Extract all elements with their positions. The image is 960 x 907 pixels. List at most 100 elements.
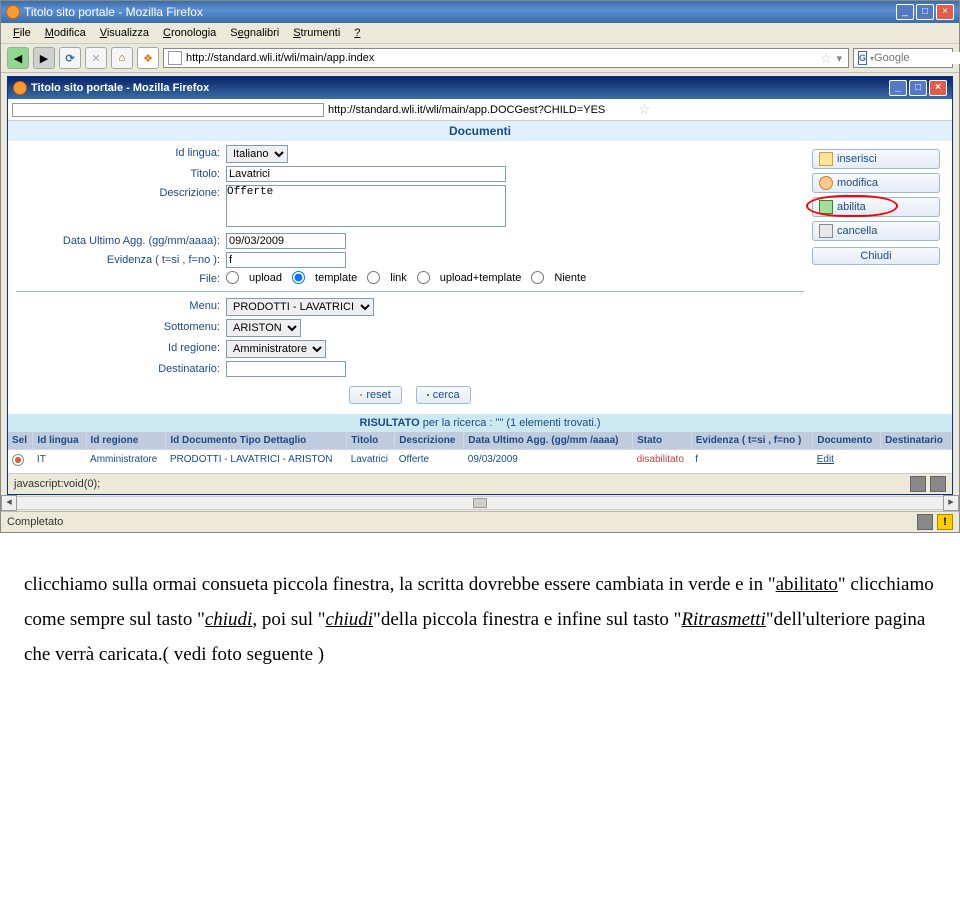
- form-left: Id lingua: Italiano Titolo: Descrizione:…: [8, 141, 812, 414]
- dropdown-icon[interactable]: ▾: [834, 52, 844, 65]
- radio-niente-label: Niente: [554, 272, 586, 284]
- radio-link[interactable]: [367, 271, 380, 284]
- warning-icon: !: [937, 514, 953, 530]
- input-destinatario[interactable]: [226, 361, 346, 377]
- cell-evidenza: f: [691, 450, 813, 474]
- table-row: IT Amministratore PRODOTTI - LAVATRICI -…: [8, 450, 952, 474]
- stop-button[interactable]: ✕: [85, 47, 107, 69]
- menu-file[interactable]: File: [7, 25, 37, 41]
- radio-upload-label: upload: [249, 272, 282, 284]
- delete-icon: [819, 224, 833, 238]
- select-sottomenu[interactable]: ARISTON: [226, 319, 301, 337]
- cell-documento-link[interactable]: Edit: [817, 454, 834, 465]
- inner-url-bar: http://standard.wli.it/wli/main/app.DOCG…: [8, 99, 952, 121]
- outer-status-text: Completato: [7, 516, 917, 528]
- cell-id-regione: Amministratore: [86, 450, 166, 474]
- cell-id-doc: PRODOTTI - LAVATRICI - ARISTON: [166, 450, 347, 474]
- radio-niente[interactable]: [531, 271, 544, 284]
- col-id-doc: Id Documento Tipo Dettaglio: [166, 432, 347, 450]
- radio-upload[interactable]: [226, 271, 239, 284]
- status-icon: [930, 476, 946, 492]
- cancella-button[interactable]: cancella: [812, 221, 940, 241]
- caption-paragraph: clicchiamo sulla ormai consueta piccola …: [0, 533, 960, 702]
- forward-button[interactable]: ▶: [33, 47, 55, 69]
- abilita-button[interactable]: abilita: [812, 197, 940, 217]
- menu-cronologia[interactable]: Cronologia: [157, 25, 222, 41]
- outer-url-input[interactable]: [186, 52, 818, 64]
- inner-window-title: Titolo sito portale - Mozilla Firefox: [31, 82, 889, 94]
- page-icon: [12, 103, 324, 117]
- inserisci-button[interactable]: inserisci: [812, 149, 940, 169]
- radio-upload-template-label: upload+template: [440, 272, 522, 284]
- close-button[interactable]: ×: [936, 4, 954, 20]
- bookmark-star-icon[interactable]: ☆: [638, 101, 948, 118]
- outer-horizontal-scrollbar: ◂ ▸: [1, 495, 959, 511]
- scroll-thumb[interactable]: [473, 498, 487, 508]
- outer-url-bar[interactable]: ☆ ▾: [163, 48, 849, 68]
- maximize-button[interactable]: □: [909, 80, 927, 96]
- reset-button[interactable]: reset: [349, 386, 401, 404]
- home-button[interactable]: ⌂: [111, 47, 133, 69]
- menu-segnalibri[interactable]: Segnalibri: [224, 25, 285, 41]
- search-input[interactable]: [874, 52, 960, 64]
- feed-button[interactable]: ❖: [137, 47, 159, 69]
- chiudi-button[interactable]: Chiudi: [812, 247, 940, 265]
- label-menu: Menu:: [16, 298, 226, 312]
- bookmark-star-icon[interactable]: ☆: [820, 50, 833, 67]
- select-id-regione[interactable]: Amministratore: [226, 340, 326, 358]
- reset-icon: [360, 394, 362, 396]
- row-select-radio[interactable]: [12, 454, 24, 466]
- input-data-agg[interactable]: [226, 233, 346, 249]
- page-icon: [168, 51, 182, 65]
- minimize-button[interactable]: _: [889, 80, 907, 96]
- back-button[interactable]: ◀: [7, 47, 29, 69]
- col-evidenza: Evidenza ( t=si , f=no ): [691, 432, 813, 450]
- cerca-button[interactable]: cerca: [416, 386, 471, 404]
- center-buttons: reset cerca: [16, 380, 804, 410]
- label-file: File:: [16, 271, 226, 285]
- maximize-button[interactable]: □: [916, 4, 934, 20]
- enable-icon: [819, 200, 833, 214]
- outer-search-bar[interactable]: G ▾: [853, 48, 953, 68]
- radio-template-label: template: [315, 272, 357, 284]
- outer-menubar: File Modifica Visualizza Cronologia Segn…: [1, 23, 959, 44]
- col-data: Data Ultimo Agg. (gg/mm /aaaa): [464, 432, 633, 450]
- section-title: Documenti: [8, 121, 952, 141]
- side-buttons: inserisci modifica abilita cancella Chiu…: [812, 141, 952, 414]
- radio-template[interactable]: [292, 271, 305, 284]
- inner-status-text: javascript:void(0);: [14, 478, 910, 490]
- firefox-icon: [13, 81, 27, 95]
- col-stato: Stato: [633, 432, 692, 450]
- form-area: Id lingua: Italiano Titolo: Descrizione:…: [8, 141, 952, 414]
- modifica-button[interactable]: modifica: [812, 173, 940, 193]
- scroll-left-button[interactable]: ◂: [1, 495, 17, 511]
- menu-modifica[interactable]: Modifica: [39, 25, 92, 41]
- col-id-lingua: Id lingua: [33, 432, 86, 450]
- label-sottomenu: Sottomenu:: [16, 319, 226, 333]
- inner-url-text: http://standard.wli.it/wli/main/app.DOCG…: [328, 104, 638, 116]
- scroll-track[interactable]: [17, 496, 943, 510]
- google-icon: G: [858, 51, 867, 65]
- scroll-right-button[interactable]: ▸: [943, 495, 959, 511]
- menu-visualizza[interactable]: Visualizza: [94, 25, 155, 41]
- inner-browser-window: Titolo sito portale - Mozilla Firefox _ …: [7, 76, 953, 495]
- status-icon: [910, 476, 926, 492]
- menu-strumenti[interactable]: Strumenti: [287, 25, 346, 41]
- select-menu[interactable]: PRODOTTI - LAVATRICI: [226, 298, 374, 316]
- close-button[interactable]: ×: [929, 80, 947, 96]
- col-id-regione: Id regione: [86, 432, 166, 450]
- minimize-button[interactable]: _: [896, 4, 914, 20]
- input-titolo[interactable]: [226, 166, 506, 182]
- separator: [16, 291, 804, 292]
- textarea-descrizione[interactable]: Offerte: [226, 185, 506, 227]
- results-table: Sel Id lingua Id regione Id Documento Ti…: [8, 432, 952, 473]
- menu-help[interactable]: ?: [348, 25, 366, 41]
- input-evidenza[interactable]: [226, 252, 346, 268]
- radio-upload-template[interactable]: [417, 271, 430, 284]
- outer-toolbar: ◀ ▶ ⟳ ✕ ⌂ ❖ ☆ ▾ G ▾: [1, 44, 959, 73]
- search-icon: [427, 394, 429, 396]
- reload-button[interactable]: ⟳: [59, 47, 81, 69]
- select-id-lingua[interactable]: Italiano: [226, 145, 288, 163]
- cell-destinatario: [881, 450, 952, 474]
- edit-icon: [819, 176, 833, 190]
